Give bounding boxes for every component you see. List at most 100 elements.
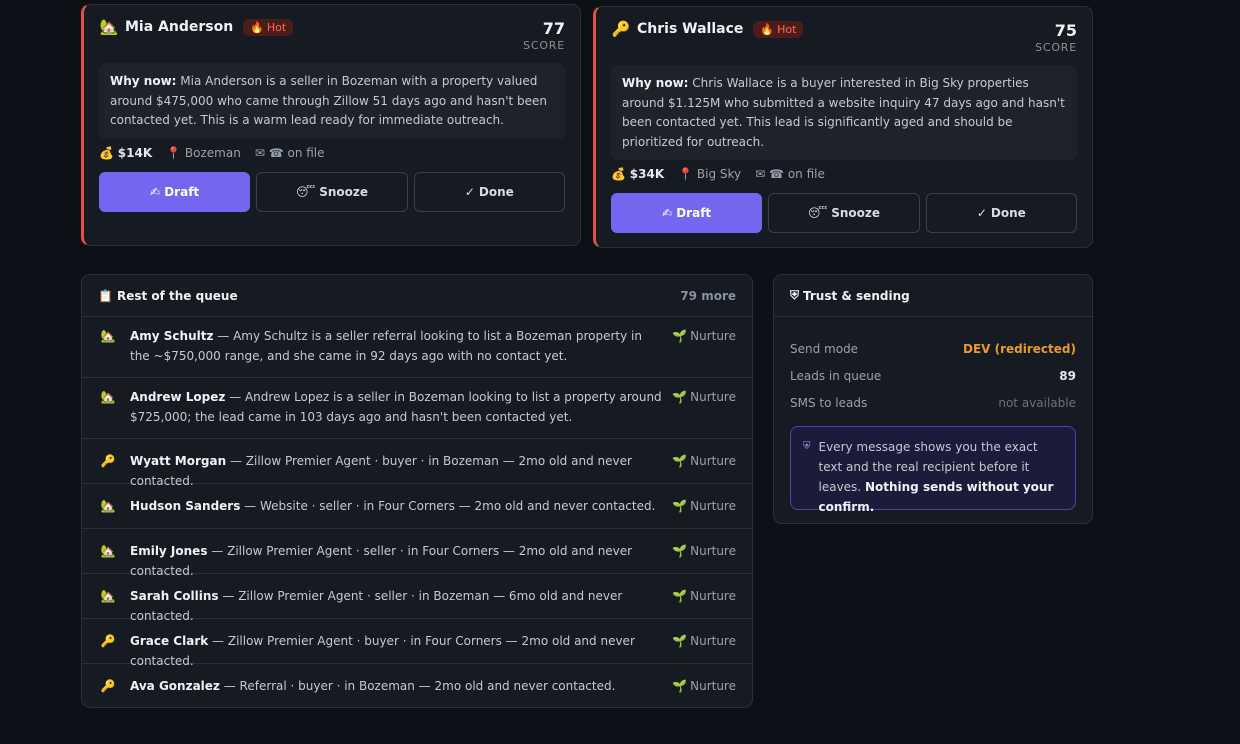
house-icon: 🏡 <box>99 18 119 36</box>
leads-in-queue-value: 89 <box>1059 368 1076 383</box>
done-label: Done <box>990 206 1026 220</box>
queue-row[interactable]: 🔑 Wyatt Morgan — Zillow Premier Agent · … <box>82 439 752 488</box>
snooze-button[interactable]: 😴 Snooze <box>256 172 408 212</box>
contact-text: on file <box>287 146 325 160</box>
trust-note-body: Every message shows you the exact text a… <box>819 437 1064 514</box>
why-now-box: Why now: Mia Anderson is a seller in Boz… <box>99 63 565 139</box>
clipboard-icon: 📋 <box>98 288 113 303</box>
writing-hand-icon: ✍ <box>662 206 673 220</box>
location: 📍 Big Sky <box>678 167 741 181</box>
mail-phone-icon: ✉ ☎ <box>254 146 284 160</box>
lead-actions: ✍ Draft 😴 Snooze ✓ Done <box>611 193 1077 233</box>
send-mode-row: Send mode DEV (redirected) <box>790 335 1076 362</box>
check-icon: ✓ <box>976 206 987 220</box>
fire-icon: 🔥 <box>760 22 775 36</box>
why-now-label: Why now: <box>110 74 177 88</box>
lead-meta: 💰 $34K 📍 Big Sky ✉ ☎ on file <box>611 167 825 181</box>
tag-label: Nurture <box>690 499 736 513</box>
done-button[interactable]: ✓ Done <box>413 172 565 212</box>
shield-icon: ⛨ <box>790 288 800 302</box>
seedling-icon: 🌱 <box>672 390 688 404</box>
draft-button[interactable]: ✍ Draft <box>611 193 763 233</box>
leads-in-queue-label: Leads in queue <box>790 368 882 383</box>
trust-rows: Send mode DEV (redirected) Leads in queu… <box>774 317 1092 416</box>
money-bag-icon: 💰 <box>99 146 114 160</box>
queue-row-text: Andrew Lopez — Andrew Lopez is a seller … <box>130 388 672 427</box>
shield-icon: ⛨ <box>803 441 811 452</box>
score-label: SCORE <box>1035 41 1077 54</box>
nurture-tag: 🌱 Nurture <box>672 587 736 607</box>
trust-note: ⛨ Every message shows you the exact text… <box>790 426 1076 514</box>
house-icon: 🏡 <box>100 589 116 603</box>
key-icon: 🔑 <box>100 454 116 468</box>
queue-row-text: Ava Gonzalez — Referral · buyer · in Boz… <box>130 677 672 697</box>
lead-name: Mia Anderson <box>125 19 234 35</box>
queue-row[interactable]: 🏡 Emily Jones — Zillow Premier Agent · s… <box>82 529 752 578</box>
lead-card-mia-anderson: 🏡 Mia Anderson 🔥 Hot 77 SCORE Why now: M… <box>81 4 581 246</box>
queue-row-name: Ava Gonzalez <box>130 679 220 693</box>
snooze-label: Snooze <box>319 185 369 199</box>
tag-label: Nurture <box>690 390 736 404</box>
key-icon: 🔑 <box>100 679 116 693</box>
seedling-icon: 🌱 <box>672 329 688 343</box>
nurture-tag: 🌱 Nurture <box>672 327 736 347</box>
lead-title: 🏡 Mia Anderson 🔥 Hot <box>99 18 565 36</box>
seedling-icon: 🌱 <box>672 454 688 468</box>
lead-header: 🔑 Chris Wallace 🔥 Hot 75 SCORE <box>611 20 1077 66</box>
nurture-tag: 🌱 Nurture <box>672 452 736 472</box>
lead-title: 🔑 Chris Wallace 🔥 Hot <box>611 20 1077 38</box>
contact-info: ✉ ☎ on file <box>755 167 825 181</box>
lead-card-chris-wallace: 🔑 Chris Wallace 🔥 Hot 75 SCORE Why now: … <box>593 6 1093 248</box>
queue-row-text: Sarah Collins — Zillow Premier Agent · s… <box>130 587 672 626</box>
lead-meta: 💰 $14K 📍 Bozeman ✉ ☎ on file <box>99 146 325 160</box>
location-value: Bozeman <box>184 146 241 160</box>
pin-icon: 📍 <box>166 146 182 160</box>
contact-text: on file <box>787 167 825 181</box>
sms-row: SMS to leads not available <box>790 389 1076 416</box>
house-icon: 🏡 <box>100 499 116 513</box>
why-now-text: Chris Wallace is a buyer interested in B… <box>622 76 1065 149</box>
nurture-tag: 🌱 Nurture <box>672 542 736 562</box>
queue-row[interactable]: 🏡 Amy Schultz — Amy Schultz is a seller … <box>82 317 752 378</box>
tag-label: Nurture <box>690 634 736 648</box>
lead-name: Chris Wallace <box>637 21 744 37</box>
queue-more-count[interactable]: 79 more <box>680 289 736 303</box>
sms-value: not available <box>998 395 1076 410</box>
commission-value: $34K <box>629 167 665 181</box>
tag-label: Nurture <box>690 679 736 693</box>
tag-label: Nurture <box>690 544 736 558</box>
hot-badge: 🔥 Hot <box>753 20 804 38</box>
queue-row[interactable]: 🏡 Andrew Lopez — Andrew Lopez is a selle… <box>82 378 752 439</box>
tag-label: Nurture <box>690 329 736 343</box>
sms-label: SMS to leads <box>790 395 868 410</box>
draft-button[interactable]: ✍ Draft <box>99 172 251 212</box>
seedling-icon: 🌱 <box>672 544 688 558</box>
leads-in-queue-row: Leads in queue 89 <box>790 362 1076 389</box>
score-box: 77 SCORE <box>523 19 565 52</box>
sleep-icon: 😴 <box>807 206 828 220</box>
sleep-icon: 😴 <box>295 185 316 199</box>
hot-badge: 🔥 Hot <box>243 18 294 36</box>
hot-label: Hot <box>266 20 287 34</box>
hot-label: Hot <box>777 22 797 36</box>
draft-label: Draft <box>164 185 200 199</box>
house-icon: 🏡 <box>100 544 116 558</box>
done-button[interactable]: ✓ Done <box>925 193 1077 233</box>
queue-row-name: Amy Schultz <box>130 329 214 343</box>
lead-header: 🏡 Mia Anderson 🔥 Hot 77 SCORE <box>99 18 565 64</box>
commission-value: $14K <box>117 146 153 160</box>
queue-title: 📋 Rest of the queue <box>98 289 238 303</box>
contact-info: ✉ ☎ on file <box>255 146 325 160</box>
queue-row-text: Amy Schultz — Amy Schultz is a seller re… <box>130 327 672 366</box>
seedling-icon: 🌱 <box>672 679 688 693</box>
why-now-label: Why now: <box>622 76 689 90</box>
snooze-button[interactable]: 😴 Snooze <box>768 193 920 233</box>
queue-row-summary: — Referral · buyer · in Bozeman — 2mo ol… <box>219 679 616 693</box>
send-mode-value: DEV (redirected) <box>963 341 1076 356</box>
queue-row-summary: — Website · seller · in Four Corners — 2… <box>240 499 656 513</box>
location-value: Big Sky <box>696 167 742 181</box>
check-icon: ✓ <box>464 185 475 199</box>
house-icon: 🏡 <box>100 390 116 404</box>
queue-row-name: Wyatt Morgan <box>130 454 227 468</box>
queue-row-text: Hudson Sanders — Website · seller · in F… <box>130 497 672 517</box>
